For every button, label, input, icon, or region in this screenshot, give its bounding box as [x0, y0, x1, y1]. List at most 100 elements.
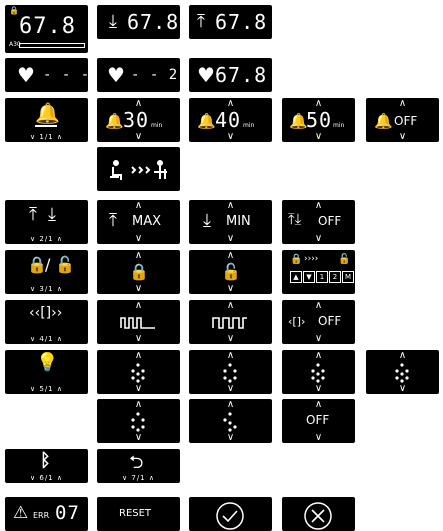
vibration-off-option[interactable]: ∧ ‹[]› OFF ∨	[282, 300, 355, 344]
chevron-down-icon: ∨	[226, 233, 235, 244]
lock-icon: 🔒	[9, 6, 19, 15]
sit-to-stand-icon	[110, 160, 167, 180]
light-pattern-3[interactable]: ∧ ∨	[282, 350, 355, 394]
chevron-down-icon: ∨	[226, 383, 235, 394]
limit-menu-tile[interactable]: ⤒ ⤓ ∨ 2/1 ∧	[5, 200, 88, 244]
memory-key-row: ▲ ▼ 1 2 M	[290, 271, 354, 283]
arrow-up-bar-icon: ⤒	[109, 210, 117, 231]
x-circle-icon	[304, 502, 332, 530]
memory-key: 2	[329, 271, 341, 283]
chevron-up-icon: ∧	[226, 250, 235, 261]
light-menu-tile[interactable]: 💡 ∨ 5/1 ∧	[5, 350, 88, 394]
menu-index: ∨ 3/1 ∧	[30, 285, 63, 293]
reset-button[interactable]: RESET	[97, 497, 180, 531]
bluetooth-icon: ᛒ	[40, 450, 51, 471]
lock-icon: 🔒	[129, 262, 149, 281]
chevron-down-icon: ∨	[314, 383, 323, 394]
chevron-down-icon: ∨	[314, 131, 323, 142]
unlock-option[interactable]: ∧ 🔓 ∨	[189, 250, 272, 294]
chevron-down-icon: ∨	[398, 383, 407, 394]
limit-min-label: MIN	[226, 214, 251, 229]
memory-key: 1	[316, 271, 328, 283]
reminder-value: OFF	[394, 114, 418, 128]
arrows-right-icon: ››››	[304, 254, 319, 264]
unlock-icon: 🔓	[55, 255, 75, 274]
light-off-label: OFF	[306, 413, 330, 427]
bell-icon: 🔔	[105, 112, 124, 130]
arrow-down-bar-icon: ⤓	[109, 11, 117, 32]
height-progress-bar	[19, 43, 85, 48]
reminder-option-30[interactable]: ∧ 🔔 30 min ∨	[97, 98, 180, 142]
light-pattern-2[interactable]: ∧ ∨	[189, 350, 272, 394]
confirm-button[interactable]	[189, 497, 272, 531]
light-pattern-5[interactable]: ∧ ∨	[97, 399, 180, 443]
chevron-down-icon: ∨	[314, 233, 323, 244]
reminder-unit: min	[243, 122, 255, 129]
chevron-up-icon: ∧	[226, 200, 235, 211]
light-pattern-6[interactable]: ∧ ∨	[189, 399, 272, 443]
height-upper-preset-tile: ⤒ 67.8	[189, 5, 272, 39]
heart-icon: ♥	[17, 63, 35, 87]
chevron-up-icon: ∧	[314, 300, 323, 311]
menu-index: ∨ 4/1 ∧	[30, 335, 63, 343]
unlock-icon: 🔓	[338, 254, 351, 265]
chevron-up-icon: ∧	[134, 250, 143, 261]
bell-icon: 🔔	[197, 112, 216, 130]
limit-off-option[interactable]: ∧ ⤒⤓ OFF ∨	[282, 200, 355, 244]
vibration-icon: ‹[]›	[288, 315, 306, 328]
menu-index: ∨ 5/1 ∧	[30, 385, 63, 393]
chevron-up-icon: ∧	[314, 399, 323, 410]
light-off-option[interactable]: ∧ OFF ∨	[282, 399, 355, 443]
chevron-down-icon: ∨	[314, 333, 323, 344]
menu-index: ∨ 2/1 ∧	[30, 235, 63, 243]
menu-index: ∨ 1/1 ∧	[30, 133, 63, 141]
lock-menu-tile[interactable]: 🔒 / 🔓 ∨ 3/1 ∧	[5, 250, 88, 294]
height-lower-preset-tile: ⤓ 67.8	[97, 5, 180, 39]
chevron-down-icon: ∨	[134, 333, 143, 344]
lock-option[interactable]: ∧ 🔒 ∨	[97, 250, 180, 294]
underline	[35, 125, 57, 127]
memory-key: M	[342, 271, 354, 283]
limit-off-label: OFF	[318, 214, 342, 228]
reminder-option-40[interactable]: ∧ 🔔 40 min ∨	[189, 98, 272, 142]
vibration-pattern-2[interactable]: ∧ ∨	[189, 300, 272, 344]
heart-value: 67.8	[215, 63, 268, 87]
light-pattern-1[interactable]: ∧ ∨	[97, 350, 180, 394]
chevron-down-icon: ∨	[134, 283, 143, 294]
heart-empty-value: - - -	[43, 67, 88, 83]
chevron-up-icon: ∧	[398, 98, 407, 109]
unlock-icon: 🔓	[221, 262, 241, 281]
sit-to-stand-tile	[97, 147, 180, 191]
bluetooth-menu-tile[interactable]: ᛒ ∨ 6/1 ∧	[5, 449, 88, 483]
heart-partial-tile: ♥ - - 2	[97, 58, 180, 92]
arrow-up-down-bar-icon: ⤒⤓	[288, 210, 302, 228]
reminder-option-off[interactable]: ∧ 🔔 OFF ∨	[366, 98, 439, 142]
chevron-down-icon: ∨	[226, 283, 235, 294]
heart-partial-value: - - 2	[131, 67, 179, 83]
chevron-down-icon: ∨	[134, 131, 143, 142]
check-circle-icon	[216, 502, 244, 530]
bell-icon: 🔔	[35, 101, 60, 125]
height-display-tile: 🔒 67.8 A30	[5, 5, 88, 53]
error-code: 07	[55, 502, 80, 524]
limit-min-option[interactable]: ∧ ⤓ MIN ∨	[189, 200, 272, 244]
error-tile: ⚠ ERR 07	[5, 497, 88, 531]
light-pattern-4[interactable]: ∧ ∨	[366, 350, 439, 394]
chevron-down-icon: ∨	[226, 333, 235, 344]
height-lower-value: 67.8	[127, 10, 180, 34]
reminder-option-50[interactable]: ∧ 🔔 50 min ∨	[282, 98, 355, 142]
chevron-down-icon: ∨	[134, 233, 143, 244]
reminder-value: 40	[215, 108, 242, 132]
limit-max-label: MAX	[132, 214, 162, 229]
back-menu-tile[interactable]: ⮌ ∨ 7/1 ∧	[97, 449, 180, 483]
lock-icon: 🔒	[290, 254, 303, 265]
limit-max-option[interactable]: ∧ ⤒ MAX ∨	[97, 200, 180, 244]
error-prefix: ERR	[33, 511, 50, 520]
reminder-menu-tile[interactable]: 🔔 ∨ 1/1 ∧	[5, 98, 88, 142]
cancel-button[interactable]	[282, 497, 355, 531]
heart-value-tile: ♥ 67.8	[189, 58, 272, 92]
vibration-menu-tile[interactable]: ‹‹[]›› ∨ 4/1 ∧	[5, 300, 88, 344]
reminder-unit: min	[333, 122, 345, 129]
vibration-pattern-1[interactable]: ∧ ∨	[97, 300, 180, 344]
height-value: 67.8	[19, 14, 76, 39]
